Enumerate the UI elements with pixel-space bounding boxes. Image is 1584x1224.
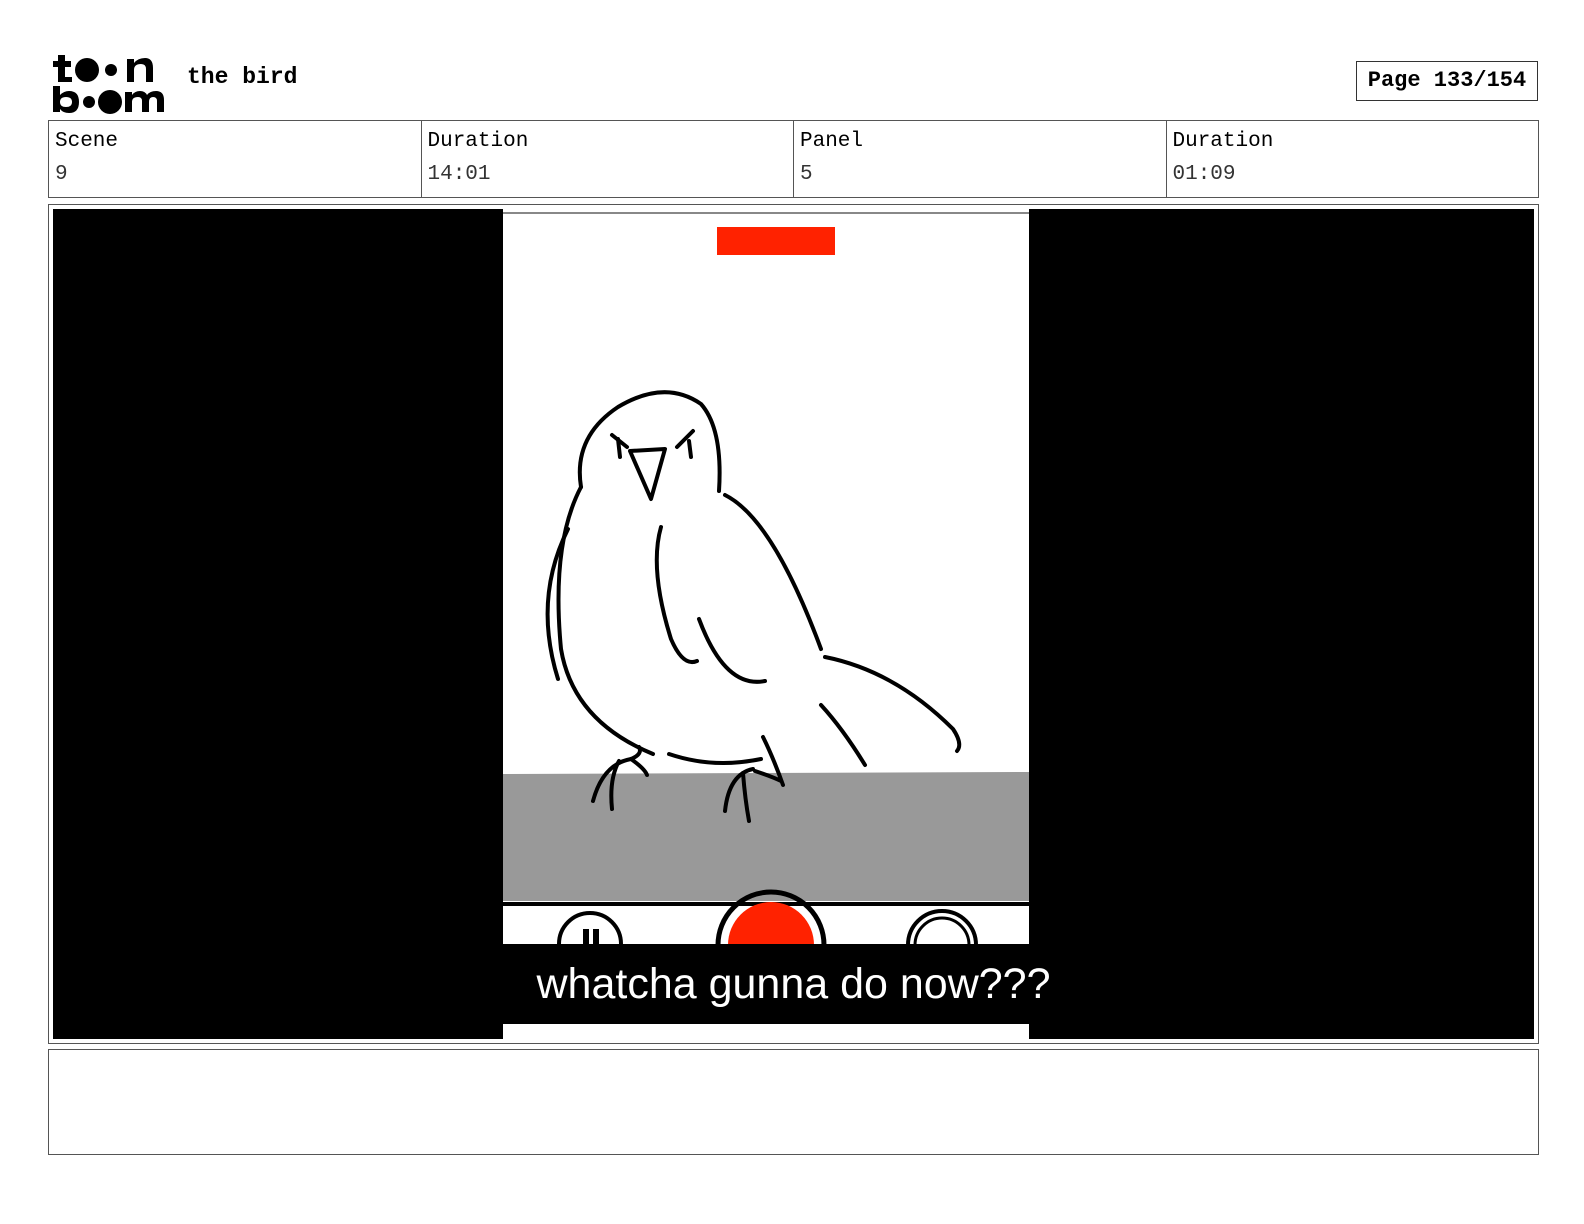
panel-duration-cell: Duration 01:09: [1165, 121, 1539, 197]
scene-duration-cell: Duration 14:01: [420, 121, 794, 197]
scene-duration-label: Duration: [427, 130, 529, 153]
scene-cell: Scene 9: [49, 121, 421, 197]
scene-value: 9: [55, 163, 68, 186]
storyboard-title: the bird: [187, 64, 298, 90]
panel-drawing: [503, 209, 1029, 1039]
page-indicator: Page 133/154: [1356, 61, 1538, 101]
recording-indicator-icon: [717, 227, 835, 255]
scene-label: Scene: [55, 130, 119, 153]
panel-caption: whatcha gunna do now???: [536, 960, 1051, 1008]
ledge: [503, 772, 1029, 901]
panel-duration-value: 01:09: [1172, 163, 1236, 186]
scene-duration-value: 14:01: [427, 163, 491, 186]
panel-value: 5: [800, 163, 813, 186]
panel-image: whatcha gunna do now???: [53, 209, 1534, 1039]
panel-cell: Panel 5: [793, 121, 1166, 197]
panel-frame: whatcha gunna do now???: [48, 204, 1539, 1044]
panel-duration-label: Duration: [1172, 130, 1274, 153]
toonboom-logo: [53, 55, 164, 114]
scene-info-table: Scene 9 Duration 14:01 Panel 5 Duration …: [48, 120, 1539, 198]
panel-label: Panel: [800, 130, 864, 153]
panel-notes-box: [48, 1049, 1539, 1155]
